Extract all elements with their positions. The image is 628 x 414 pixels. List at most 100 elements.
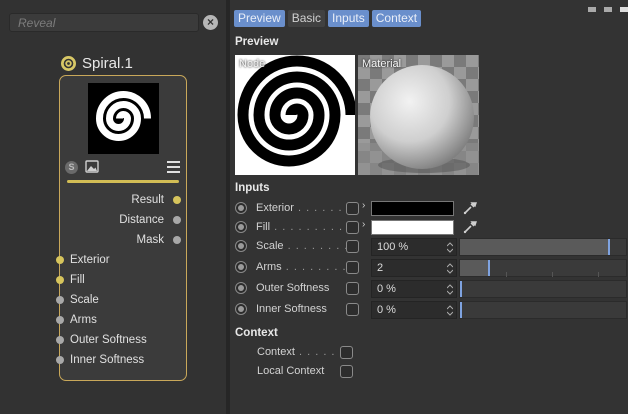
spiral-node[interactable]: S Result Distance Mask Exterior Fill Sca…: [56, 75, 187, 381]
animate-radio[interactable]: [235, 261, 247, 273]
tab-context[interactable]: Context: [371, 10, 422, 27]
search-input[interactable]: Reveal: [9, 13, 199, 32]
port-toggle[interactable]: [346, 282, 359, 295]
inputs-heading: Inputs: [235, 182, 270, 194]
param-scale: Scale . . . . . . . . 100 %: [235, 238, 627, 256]
exterior-color-swatch[interactable]: [371, 201, 454, 216]
port-toggle[interactable]: [346, 221, 359, 234]
solo-icon[interactable]: S: [65, 161, 78, 174]
eyedropper-icon[interactable]: [462, 219, 478, 235]
material-preview[interactable]: Material: [358, 55, 479, 175]
animate-radio[interactable]: [235, 202, 247, 214]
port-dot[interactable]: [173, 216, 181, 224]
outer-softness-slider[interactable]: [459, 280, 627, 298]
animate-radio[interactable]: [235, 221, 247, 233]
tab-basic[interactable]: Basic: [287, 10, 326, 27]
context-heading: Context: [235, 327, 278, 339]
spinner-icon: [447, 242, 453, 253]
label-dots: . . . . .: [294, 346, 336, 358]
tab-preview[interactable]: Preview: [234, 10, 285, 27]
tab-inputs[interactable]: Inputs: [328, 10, 369, 27]
port-toggle[interactable]: [340, 346, 353, 359]
port-toggle[interactable]: [346, 240, 359, 253]
context-label: Context: [257, 346, 295, 358]
node-title: Spiral.1: [82, 54, 133, 72]
port-dot[interactable]: [56, 316, 64, 324]
param-outer-softness: Outer Softness 0 %: [235, 280, 627, 298]
tab-bar: Preview Basic Inputs Context: [234, 10, 424, 28]
node-header: Spiral.1: [61, 54, 133, 72]
animate-radio[interactable]: [235, 282, 247, 294]
close-icon[interactable]: ×: [203, 15, 218, 30]
arms-slider[interactable]: [459, 259, 627, 277]
expand-arrow-icon[interactable]: ›: [362, 200, 365, 211]
port-label: Outer Softness: [70, 334, 147, 346]
input-port-inner-softness[interactable]: Inner Softness: [56, 353, 145, 367]
param-inner-softness: Inner Softness 0 %: [235, 301, 627, 319]
param-label: Inner Softness: [256, 303, 327, 315]
port-toggle[interactable]: [340, 365, 353, 378]
param-label: Scale . . . . . . . .: [256, 240, 349, 252]
spinner-icon: [447, 305, 453, 316]
node-status-bar: [67, 180, 179, 183]
node-toolbar: S: [64, 160, 182, 176]
arms-input[interactable]: 2: [371, 259, 457, 277]
input-port-exterior[interactable]: Exterior: [56, 253, 110, 267]
port-label: Scale: [70, 294, 99, 306]
param-label: Fill . . . . . . . . . .: [256, 221, 352, 233]
inner-softness-slider[interactable]: [459, 301, 627, 319]
port-label: Mask: [136, 234, 164, 246]
window-controls: [558, 0, 628, 12]
output-port-mask[interactable]: Mask: [136, 233, 181, 247]
param-label: Arms . . . . . . . .: [256, 261, 347, 273]
port-label: Result: [131, 194, 164, 206]
output-port-result[interactable]: Result: [131, 193, 181, 207]
context-label: Local Context: [257, 365, 325, 377]
preview-heading: Preview: [235, 36, 279, 48]
scale-input[interactable]: 100 %: [371, 238, 457, 256]
port-dot[interactable]: [173, 236, 181, 244]
fill-color-swatch[interactable]: [371, 220, 454, 235]
material-preview-label: Material: [362, 58, 402, 70]
port-toggle[interactable]: [346, 202, 359, 215]
input-port-fill[interactable]: Fill: [56, 273, 85, 287]
eyedropper-icon[interactable]: [462, 200, 478, 216]
inner-softness-input[interactable]: 0 %: [371, 301, 457, 319]
image-preview-icon[interactable]: [85, 160, 99, 173]
port-dot[interactable]: [56, 336, 64, 344]
node-preview-label: Node: [239, 58, 266, 70]
port-label: Distance: [119, 214, 164, 226]
context-item-context: Context . . . . .: [257, 346, 353, 362]
port-dot[interactable]: [56, 296, 64, 304]
node-preview[interactable]: Node: [235, 55, 355, 175]
scale-slider[interactable]: [459, 238, 627, 256]
port-label: Exterior: [70, 254, 110, 266]
param-fill: Fill . . . . . . . . . . ›: [235, 219, 627, 237]
input-port-outer-softness[interactable]: Outer Softness: [56, 333, 147, 347]
port-toggle[interactable]: [346, 303, 359, 316]
outer-softness-input[interactable]: 0 %: [371, 280, 457, 298]
expand-arrow-icon[interactable]: ›: [362, 219, 365, 230]
port-label: Inner Softness: [70, 354, 145, 366]
input-port-scale[interactable]: Scale: [56, 293, 99, 307]
attribute-panel: Preview Basic Inputs Context Preview Nod…: [230, 0, 628, 414]
output-port-distance[interactable]: Distance: [119, 213, 181, 227]
node-type-icon: [61, 55, 76, 71]
input-port-arms[interactable]: Arms: [56, 313, 97, 327]
context-item-local-context: Local Context: [257, 365, 353, 381]
param-arms: Arms . . . . . . . . 2: [235, 259, 627, 277]
port-toggle[interactable]: [346, 261, 359, 274]
param-label: Outer Softness: [256, 282, 330, 294]
node-editor[interactable]: Reveal × Spiral.1 S Result Distance Mask…: [0, 0, 226, 414]
menu-icon[interactable]: [167, 161, 180, 173]
port-dot[interactable]: [56, 276, 64, 284]
spinner-icon: [447, 284, 453, 295]
animate-radio[interactable]: [235, 303, 247, 315]
node-thumbnail: [88, 83, 159, 154]
port-dot[interactable]: [56, 356, 64, 364]
spinner-icon: [447, 263, 453, 274]
port-dot[interactable]: [56, 256, 64, 264]
param-label: Exterior . . . . . .: [256, 202, 343, 214]
port-dot[interactable]: [173, 196, 181, 204]
animate-radio[interactable]: [235, 240, 247, 252]
